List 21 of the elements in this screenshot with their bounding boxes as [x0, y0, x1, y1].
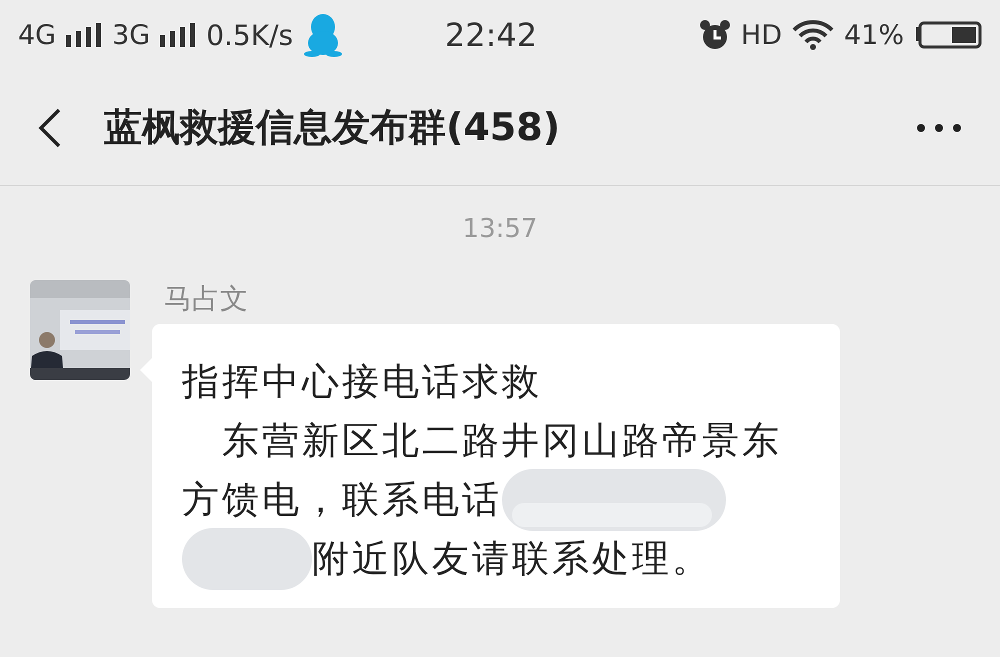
message-text: 方馈电，联系电话 [182, 477, 502, 523]
network-label: 3G [112, 20, 150, 50]
message-text: 附近队友请联系处理。 [312, 536, 712, 582]
network-speed: 0.5K/s [206, 18, 294, 52]
timestamp: 13:57 [462, 214, 538, 244]
signal-icon [160, 23, 196, 47]
sender-name: 马占文 [164, 281, 249, 317]
battery-percent: 41% [844, 20, 904, 50]
more-icon[interactable] [916, 122, 962, 132]
chat-title: 蓝枫救援信息发布群(458) [104, 104, 562, 151]
signal-icon [66, 23, 102, 47]
hd-label: HD [740, 20, 782, 50]
message-text: 东营新区北二路井冈山路帝景东 [221, 418, 783, 464]
penguin-icon [303, 13, 344, 57]
alarm-icon [698, 19, 731, 51]
battery-icon [914, 21, 982, 49]
wifi-icon [792, 20, 834, 50]
network-label: 4G [18, 20, 56, 50]
back-icon[interactable] [38, 108, 62, 148]
message-title: 指挥中心接电话求救 [182, 359, 543, 405]
clock: 22:42 [444, 16, 538, 54]
